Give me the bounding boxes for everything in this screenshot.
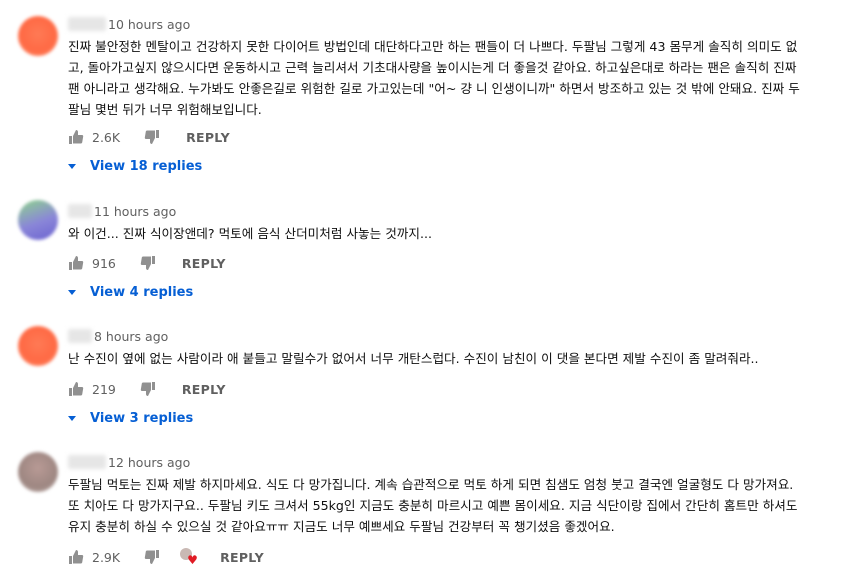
reply-button[interactable]: REPLY [220, 550, 264, 565]
view-replies-label: View 3 replies [90, 410, 194, 426]
avatar[interactable] [18, 326, 58, 366]
comment-text-line: 팔님 몇번 뒤가 너무 위험해보입니다. [68, 102, 262, 117]
comment-text-line: 유지 충분히 하실 수 있으실 것 같아요ㅠㅠ 지금도 너무 예쁘세요 두팔님 … [68, 519, 615, 534]
comment-text: 두팔님 먹토는 진짜 제발 하지마세요. 식도 다 망가집니다. 계속 습관적으… [68, 474, 828, 537]
caret-down-icon [68, 163, 76, 169]
reply-button[interactable]: REPLY [182, 382, 226, 397]
view-replies-label: View 18 replies [90, 158, 203, 174]
author-name-redacted[interactable] [68, 17, 106, 31]
thumbs-up-icon[interactable] [68, 255, 84, 271]
thumbs-up-icon[interactable] [68, 129, 84, 145]
avatar[interactable] [18, 16, 58, 56]
comment-text: 진짜 불안정한 멘탈이고 건강하지 못한 다이어트 방법인데 대단하다고만 하는… [68, 36, 828, 120]
comment-text-line: 와 이건... 진짜 식이장앤데? 먹토에 음식 산더미처럼 사놓는 것까지..… [68, 226, 432, 241]
comment-timestamp[interactable]: 8 hours ago [94, 329, 168, 344]
comment-text: 난 수진이 옆에 없는 사람이라 애 붙들고 말릴수가 없어서 너무 개탄스럽다… [68, 348, 828, 369]
comment-text-line: 또 치아도 다 망가지구요.. 두팔님 키도 크셔서 55kg인 지금도 충분히… [68, 498, 798, 513]
thumbs-down-icon[interactable] [144, 129, 160, 145]
thumbs-down-icon[interactable] [144, 549, 160, 565]
comment-text: 와 이건... 진짜 식이장앤데? 먹토에 음식 산더미처럼 사놓는 것까지..… [68, 223, 828, 244]
thumbs-up-icon[interactable] [68, 381, 84, 397]
thumbs-down-icon[interactable] [140, 381, 156, 397]
thumbs-down-icon[interactable] [140, 255, 156, 271]
avatar[interactable] [18, 452, 58, 492]
comment-timestamp[interactable]: 10 hours ago [108, 17, 190, 32]
heart-icon: ♥ [187, 553, 198, 567]
comment-text-line: 고, 돌아가고싶지 않으시다면 운동하시고 근력 늘리셔서 기초대사량을 높이시… [68, 60, 797, 75]
comment-actions: 2.6K REPLY [68, 127, 230, 147]
creator-heart-icon: ♥ [180, 548, 198, 566]
view-replies-button[interactable]: View 4 replies [68, 282, 193, 302]
comment-header: 10 hours ago [68, 15, 190, 33]
comment-actions: 2.9K ♥ REPLY [68, 547, 264, 567]
like-count: 2.6K [92, 129, 121, 145]
view-replies-button[interactable]: View 18 replies [68, 156, 202, 176]
comment-text-line: 팬 아니라고 생각해요. 누가봐도 안좋은길로 위험한 길로 가고있는데 "어~… [68, 81, 800, 96]
comment-timestamp[interactable]: 11 hours ago [94, 204, 176, 219]
author-name-redacted[interactable] [68, 329, 92, 343]
comment-header: 8 hours ago [68, 327, 168, 345]
like-count: 916 [92, 255, 116, 271]
caret-down-icon [68, 415, 76, 421]
comment-text-line: 진짜 불안정한 멘탈이고 건강하지 못한 다이어트 방법인데 대단하다고만 하는… [68, 39, 798, 54]
reply-button[interactable]: REPLY [186, 130, 230, 145]
author-name-redacted[interactable] [68, 455, 106, 469]
like-count: 219 [92, 381, 116, 397]
caret-down-icon [68, 289, 76, 295]
comment-header: 11 hours ago [68, 202, 176, 220]
avatar[interactable] [18, 200, 58, 240]
reply-button[interactable]: REPLY [182, 256, 226, 271]
view-replies-label: View 4 replies [90, 284, 194, 300]
view-replies-button[interactable]: View 3 replies [68, 408, 193, 428]
thumbs-up-icon[interactable] [68, 549, 84, 565]
comment-timestamp[interactable]: 12 hours ago [108, 455, 190, 470]
comment-text-line: 두팔님 먹토는 진짜 제발 하지마세요. 식도 다 망가집니다. 계속 습관적으… [68, 477, 794, 492]
comment-text-line: 난 수진이 옆에 없는 사람이라 애 붙들고 말릴수가 없어서 너무 개탄스럽다… [68, 351, 759, 366]
comment-header: 12 hours ago [68, 453, 190, 471]
comment-actions: 916 REPLY [68, 253, 226, 273]
author-name-redacted[interactable] [68, 204, 92, 218]
comment-actions: 219 REPLY [68, 379, 226, 399]
like-count: 2.9K [92, 549, 121, 565]
